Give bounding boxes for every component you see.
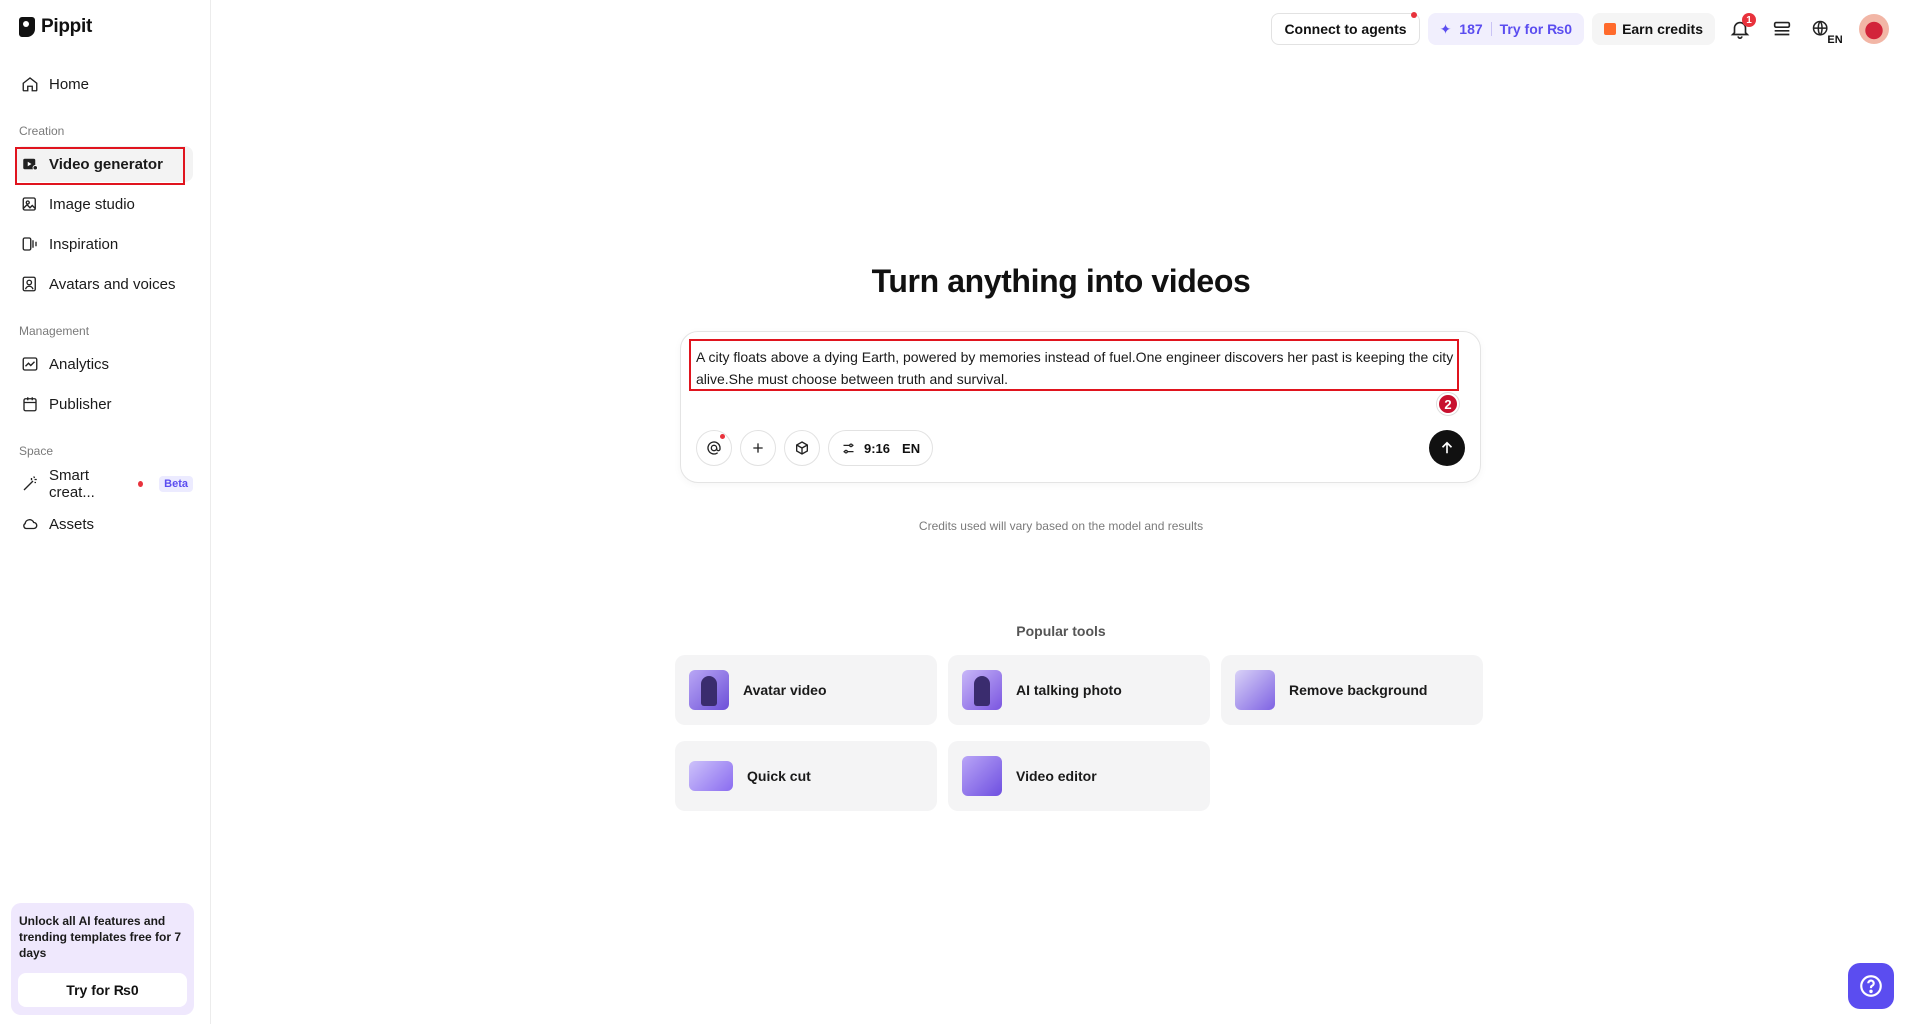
avatar-icon <box>22 276 36 292</box>
credits-note: Credits used will vary based on the mode… <box>918 519 1204 533</box>
sidebar-item-smart-creation[interactable]: Smart creat... Beta <box>15 466 193 502</box>
talking-photo-thumbnail <box>962 670 1002 710</box>
tool-remove-background[interactable]: Remove background <box>1221 655 1483 725</box>
tool-ai-talking-photo[interactable]: AI talking photo <box>948 655 1210 725</box>
menu-icon <box>1773 21 1791 36</box>
prompt-input[interactable]: A city floats above a dying Earth, power… <box>696 346 1466 390</box>
sidebar-item-label: Inspiration <box>49 235 119 253</box>
inspiration-icon <box>22 237 37 251</box>
language-button[interactable]: EN <box>1807 12 1847 46</box>
quick-cut-thumbnail <box>689 761 733 791</box>
language-label: EN <box>1827 34 1843 46</box>
step-badge: 2 <box>1437 393 1459 415</box>
new-dot <box>138 481 144 487</box>
sidebar-item-avatars-voices[interactable]: Avatars and voices <box>15 266 193 302</box>
figure-icon <box>701 676 717 706</box>
earn-credits-label: Earn credits <box>1622 21 1703 37</box>
credits-pill[interactable]: ✦ 187 Try for ₨0 <box>1427 13 1585 45</box>
at-icon <box>707 441 721 455</box>
notification-count: 1 <box>1742 13 1756 27</box>
video-editor-thumbnail <box>962 756 1002 796</box>
sidebar: Pippit Home Creation Video generator Ima… <box>0 0 211 1024</box>
sidebar-item-home[interactable]: Home <box>15 66 193 102</box>
divider <box>1490 22 1492 36</box>
sidebar-item-publisher[interactable]: Publisher <box>15 386 193 422</box>
image-icon <box>22 197 36 211</box>
upgrade-promo: Unlock all AI features and trending temp… <box>11 903 194 1015</box>
sliders-icon <box>843 443 854 453</box>
user-avatar[interactable] <box>1859 14 1889 44</box>
remove-background-thumbnail <box>1235 670 1275 710</box>
avatar-video-thumbnail <box>689 670 729 710</box>
tool-label: AI talking photo <box>1016 682 1122 698</box>
sidebar-item-image-studio[interactable]: Image studio <box>15 186 193 222</box>
sidebar-item-label: Publisher <box>49 395 112 413</box>
wand-icon <box>23 476 37 491</box>
sidebar-item-label: Smart creat... <box>49 467 95 501</box>
mention-button[interactable] <box>696 430 732 466</box>
sidebar-item-analytics[interactable]: Analytics <box>15 346 193 382</box>
calendar-icon <box>23 397 37 412</box>
app-root: Pippit Home Creation Video generator Ima… <box>0 0 1911 1024</box>
home-icon <box>22 77 38 92</box>
popular-tools-title: Popular tools <box>1016 623 1106 639</box>
page-title: Turn anything into videos <box>871 263 1251 299</box>
cloud-icon <box>23 519 38 530</box>
topbar: Connect to agents ✦ 187 Try for ₨0 Earn … <box>1271 12 1911 46</box>
send-button[interactable] <box>1429 430 1465 466</box>
tool-avatar-video[interactable]: Avatar video <box>675 655 937 725</box>
cube-icon <box>796 441 808 455</box>
notification-dot <box>1410 12 1417 18</box>
credits-count: 187 <box>1459 21 1483 37</box>
earn-credits-button[interactable]: Earn credits <box>1592 13 1715 45</box>
sidebar-item-label: Image studio <box>49 195 135 213</box>
sidebar-item-inspiration[interactable]: Inspiration <box>15 226 193 262</box>
arrow-up-icon <box>1441 441 1453 454</box>
beta-badge: Beta <box>159 476 193 492</box>
sidebar-item-assets[interactable]: Assets <box>15 506 193 542</box>
tool-video-editor[interactable]: Video editor <box>948 741 1210 811</box>
section-management: Management <box>19 324 90 338</box>
prompt-language: EN <box>902 440 921 456</box>
connect-agents-label: Connect to agents <box>1284 21 1407 37</box>
analytics-icon <box>22 357 38 371</box>
model-button[interactable] <box>784 430 820 466</box>
sidebar-item-video-generator[interactable]: Video generator <box>15 146 193 182</box>
figure-icon <box>974 676 990 706</box>
prompt-toolbar: 9:16 EN <box>696 430 934 466</box>
sidebar-item-label: Analytics <box>49 355 110 373</box>
tool-label: Video editor <box>1016 768 1097 784</box>
help-button[interactable] <box>1848 963 1894 1009</box>
logo-text: Pippit <box>41 16 92 37</box>
promo-text: Unlock all AI features and trending temp… <box>19 914 182 960</box>
promo-try-button[interactable]: Try for ₨0 <box>18 973 187 1007</box>
aspect-ratio: 9:16 <box>864 440 891 456</box>
help-icon <box>1860 975 1882 997</box>
try-free-label: Try for ₨0 <box>1499 21 1573 37</box>
add-button[interactable] <box>740 430 776 466</box>
video-settings-button[interactable]: 9:16 EN <box>828 430 934 466</box>
logo[interactable]: Pippit <box>19 16 92 38</box>
connect-agents-button[interactable]: Connect to agents <box>1271 12 1420 45</box>
tool-quick-cut[interactable]: Quick cut <box>675 741 937 811</box>
logo-icon <box>19 17 35 37</box>
section-creation: Creation <box>19 124 65 138</box>
video-icon <box>23 158 38 171</box>
sidebar-item-label: Avatars and voices <box>49 275 176 293</box>
sparkle-icon: ✦ <box>1439 20 1452 37</box>
plus-icon <box>753 443 763 453</box>
tool-label: Remove background <box>1289 682 1428 698</box>
sidebar-item-label: Video generator <box>49 155 163 173</box>
section-space: Space <box>19 444 54 458</box>
notification-dot <box>720 434 725 439</box>
tool-label: Avatar video <box>743 682 827 698</box>
prompt-card: A city floats above a dying Earth, power… <box>680 331 1481 483</box>
sidebar-item-label: Assets <box>49 515 95 533</box>
notifications-button[interactable]: 1 <box>1723 12 1757 46</box>
menu-button[interactable] <box>1765 12 1799 46</box>
gift-icon <box>1604 23 1617 35</box>
tool-label: Quick cut <box>747 768 811 784</box>
sidebar-item-label: Home <box>49 75 90 93</box>
